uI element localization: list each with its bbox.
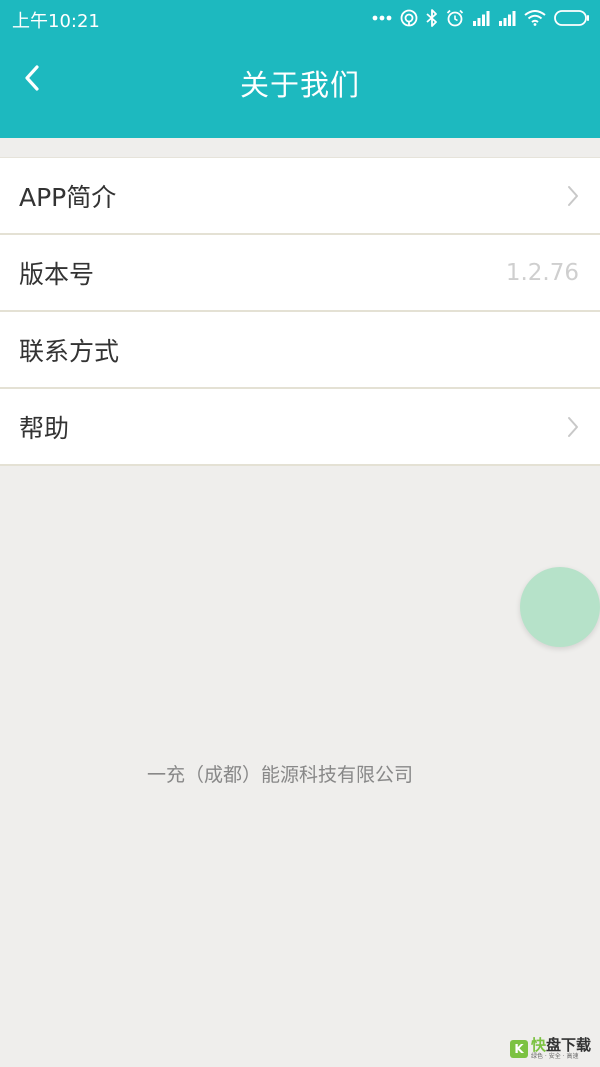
watermark-name-a: 快 xyxy=(531,1036,547,1054)
watermark-name: 快盘下载 xyxy=(531,1038,591,1053)
status-bar: 上午10:21 xyxy=(0,0,600,36)
menu-item-app-intro[interactable]: APP简介 xyxy=(0,158,600,235)
company-name: 一充（成都）能源科技有限公司 xyxy=(146,764,413,786)
floating-action-button[interactable] xyxy=(520,567,600,647)
watermark-name-b: 盘下载 xyxy=(546,1036,592,1054)
page-title: 关于我们 xyxy=(239,68,360,102)
menu-item-contact[interactable]: 联系方式 xyxy=(0,312,600,389)
signal-icon xyxy=(473,11,490,26)
menu-item-label: 联系方式 xyxy=(19,336,120,366)
battery-icon xyxy=(554,10,589,26)
menu-item-version: 版本号 1.2.76 xyxy=(0,235,600,312)
watermark-text: 快盘下载 绿色 · 安全 · 高速 xyxy=(531,1038,591,1060)
status-icons xyxy=(372,7,590,29)
menu-item-help[interactable]: 帮助 xyxy=(0,389,600,466)
menu-item-label: APP简介 xyxy=(19,182,117,212)
alarm-icon xyxy=(446,9,464,27)
version-value: 1.2.76 xyxy=(505,259,579,286)
menu-item-label: 帮助 xyxy=(19,413,70,443)
menu-item-label: 版本号 xyxy=(19,259,95,289)
wifi-icon xyxy=(524,10,546,26)
app-header: 上午10:21 关于我们 xyxy=(0,0,600,138)
watermark-tagline: 绿色 · 安全 · 高速 xyxy=(531,1053,579,1060)
signal-icon xyxy=(499,11,516,26)
more-dots-icon xyxy=(372,15,392,21)
about-menu: APP简介 版本号 1.2.76 联系方式 帮助 xyxy=(0,157,600,466)
watermark-logo: K 快盘下载 绿色 · 安全 · 高速 xyxy=(510,1037,591,1061)
hotspot-icon xyxy=(400,9,418,27)
title-bar: 关于我们 xyxy=(0,46,600,118)
status-time: 上午10:21 xyxy=(12,11,100,32)
bluetooth-icon xyxy=(426,9,437,27)
chevron-right-icon xyxy=(568,417,578,437)
chevron-right-icon xyxy=(568,186,578,206)
watermark-mark: K xyxy=(510,1040,528,1058)
